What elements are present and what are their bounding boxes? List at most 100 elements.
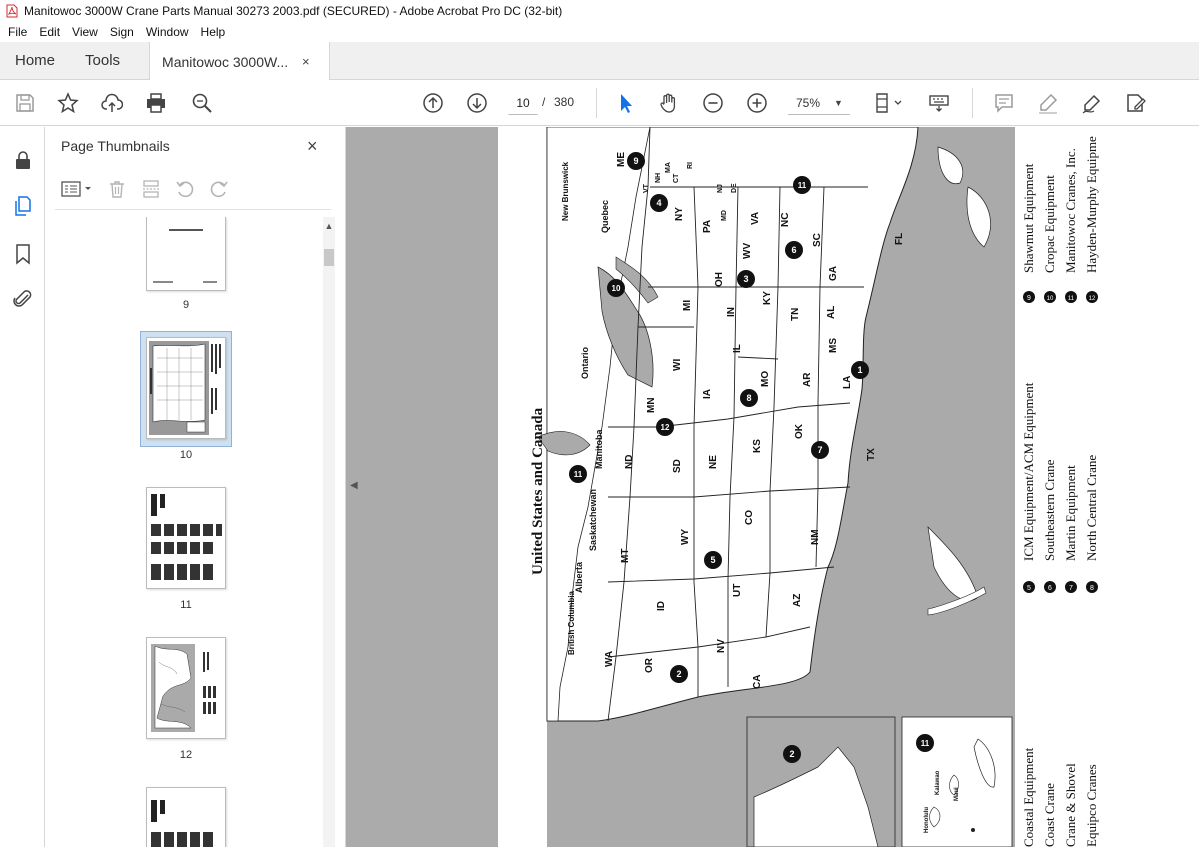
bookmark-star-icon[interactable]	[56, 91, 80, 115]
zoom-level-select[interactable]: 75% ▼	[788, 91, 850, 115]
thumbnail-label: 12	[179, 749, 193, 761]
options-menu-icon[interactable]	[59, 177, 95, 201]
svg-text:Shawmut Equipment: Shawmut Equipment	[1021, 163, 1036, 273]
legend-entry: Coastal Equipment	[1021, 747, 1036, 847]
svg-text:5: 5	[1027, 585, 1031, 592]
highlight-pen-icon[interactable]	[1036, 91, 1060, 115]
svg-text:Hayden-Murphy Equipme: Hayden-Murphy Equipme	[1084, 136, 1099, 273]
svg-text:7: 7	[817, 445, 822, 455]
rotate-left-icon[interactable]	[173, 177, 197, 201]
bookmarks-icon[interactable]	[11, 242, 35, 266]
thumbnail-page-13[interactable]	[146, 787, 226, 847]
state-label: NC	[780, 213, 791, 227]
thumbnail-page-12[interactable]	[146, 637, 226, 739]
state-label: ID	[656, 601, 667, 611]
document-page: ME VT NH MA CT RI NY PA NJ MD DE VA WV N…	[498, 127, 1199, 847]
thumbnails-scrollbar[interactable]: ▲	[323, 217, 335, 847]
page-total: 380	[554, 95, 575, 109]
state-label: OR	[644, 657, 655, 673]
state-label: KY	[762, 291, 773, 305]
menu-edit[interactable]: Edit	[33, 25, 66, 39]
dealer-marker: 11	[916, 734, 934, 752]
state-label: IA	[702, 389, 713, 399]
menu-view[interactable]: View	[66, 25, 104, 39]
print-icon[interactable]	[144, 91, 168, 115]
tab-home[interactable]: Home	[0, 42, 70, 79]
tab-bar: Home Tools Manitowoc 3000W... ×	[0, 42, 1199, 81]
extract-page-icon[interactable]	[139, 177, 163, 201]
state-label: NJ	[717, 184, 724, 193]
scroll-up-icon[interactable]: ▲	[323, 221, 335, 231]
svg-text:Manitowoc Cranes, Inc.: Manitowoc Cranes, Inc.	[1063, 148, 1078, 273]
legend-entry: Equipco Cranes	[1084, 764, 1099, 847]
close-icon[interactable]: ×	[307, 136, 318, 157]
collapse-panel-icon[interactable]: ◀	[350, 480, 360, 491]
province-label: Manitoba	[594, 429, 604, 469]
state-label: SC	[812, 233, 823, 247]
dealer-marker: 9	[627, 152, 645, 170]
attachments-icon[interactable]	[11, 287, 35, 311]
menu-help[interactable]: Help	[195, 25, 232, 39]
next-page-icon[interactable]	[465, 91, 489, 115]
dealer-marker: 7	[811, 441, 829, 459]
thumbnail-page-10[interactable]	[146, 337, 226, 439]
state-label: ME	[616, 152, 627, 167]
state-label: WI	[672, 359, 683, 371]
state-label: MT	[620, 549, 631, 563]
menu-window[interactable]: Window	[140, 25, 195, 39]
dealer-marker: 10	[607, 279, 625, 297]
svg-text:9: 9	[633, 156, 638, 166]
menu-sign[interactable]: Sign	[104, 25, 140, 39]
tab-tools[interactable]: Tools	[70, 42, 135, 79]
state-label: NY	[674, 207, 685, 221]
keyboard-tool-icon[interactable]	[927, 91, 951, 115]
tab-document[interactable]: Manitowoc 3000W... ×	[149, 42, 331, 81]
state-label: MS	[828, 338, 839, 353]
zoom-value: 75%	[796, 95, 821, 110]
upload-cloud-icon[interactable]	[100, 91, 124, 115]
thumbnail-page-11[interactable]	[146, 487, 226, 589]
svg-text:12: 12	[1089, 296, 1096, 302]
scrollbar-thumb[interactable]	[324, 249, 334, 266]
toolbar-divider-2	[972, 88, 973, 118]
province-label: Quebec	[600, 200, 610, 233]
zoom-search-icon[interactable]	[190, 91, 214, 115]
svg-text:Southeastern Crane: Southeastern Crane	[1042, 459, 1057, 561]
select-arrow-icon[interactable]	[614, 91, 638, 115]
page-number-input[interactable]	[508, 91, 538, 115]
tab-close-icon[interactable]: ×	[302, 54, 310, 69]
page-thumbnails-icon[interactable]	[11, 194, 35, 218]
delete-page-icon[interactable]	[105, 177, 129, 201]
province-label: British Columbia	[567, 590, 576, 655]
page-fit-icon[interactable]	[871, 91, 905, 115]
zoom-in-icon[interactable]	[745, 91, 769, 115]
rotate-right-icon[interactable]	[207, 177, 231, 201]
thumbnail-page-9[interactable]	[146, 217, 226, 291]
hand-tool-icon[interactable]	[657, 91, 681, 115]
zoom-out-icon[interactable]	[701, 91, 725, 115]
map-title: United States and Canada	[530, 407, 546, 575]
comment-icon[interactable]	[992, 91, 1016, 115]
panel-divider	[55, 209, 331, 210]
dealer-marker: 2	[670, 665, 688, 683]
save-icon[interactable]	[13, 91, 37, 115]
sign-pen-icon[interactable]	[1080, 91, 1104, 115]
state-label: WA	[604, 651, 615, 667]
previous-page-icon[interactable]	[421, 91, 445, 115]
state-label: UT	[732, 584, 743, 597]
page-thumbnails-panel: Page Thumbnails × 9 10 11 12 ▲	[45, 127, 346, 847]
lock-icon[interactable]	[11, 148, 35, 172]
svg-text:8: 8	[1090, 585, 1094, 592]
state-label: OH	[714, 272, 725, 287]
svg-text:10: 10	[612, 284, 621, 293]
state-label: NH	[655, 173, 662, 183]
state-label: NE	[708, 455, 719, 469]
state-label: IN	[726, 307, 737, 317]
menu-file[interactable]: File	[2, 25, 33, 39]
window-title: Manitowoc 3000W Crane Parts Manual 30273…	[24, 4, 563, 18]
hawaii-label: Honolulu	[924, 807, 930, 833]
state-label: MI	[682, 300, 693, 311]
fill-sign-icon[interactable]	[1124, 91, 1148, 115]
state-label: MA	[665, 162, 672, 173]
dealer-marker: 2	[783, 745, 801, 763]
